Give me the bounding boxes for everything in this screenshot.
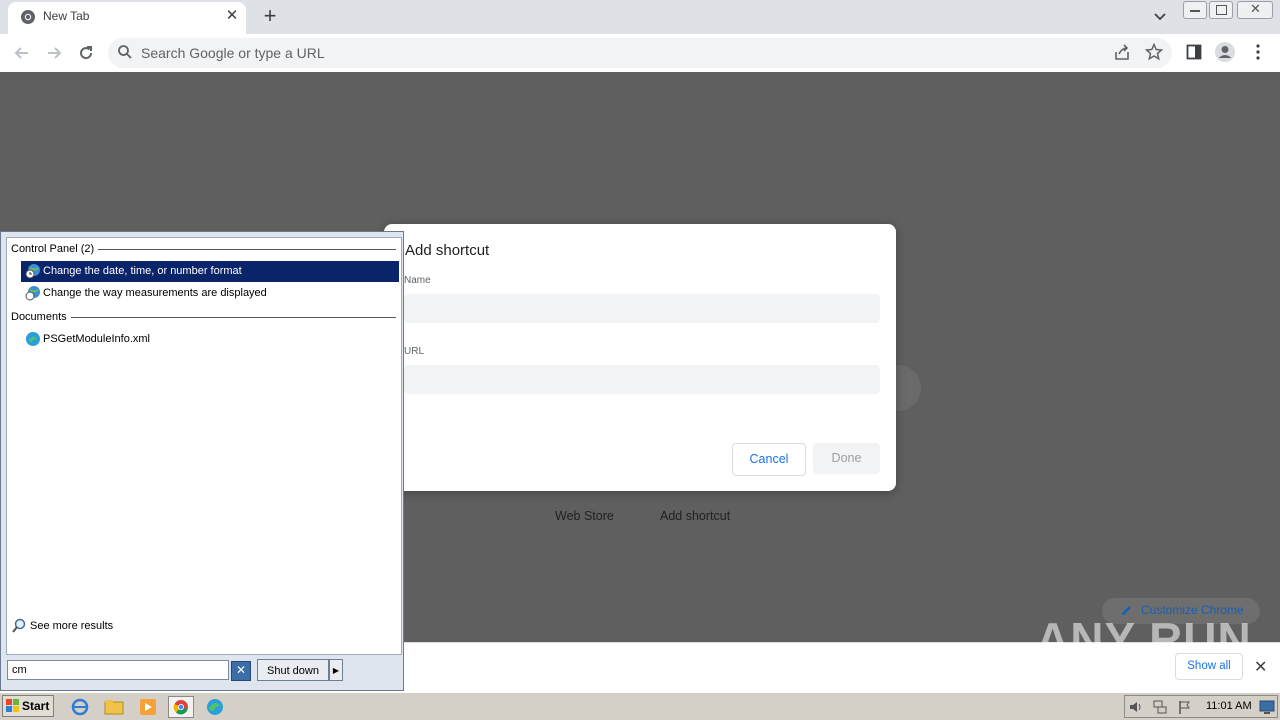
result-change-measurements[interactable]: Change the way measurements are displaye… [21,283,399,304]
system-tray [1124,695,1278,718]
media-player-icon[interactable] [136,696,160,718]
group-control-panel: Control Panel (2) [11,243,95,255]
tab-close-icon[interactable]: ✕ [222,6,242,26]
network-icon[interactable] [1152,699,1168,715]
tab-search-chevron-icon[interactable] [1150,6,1170,26]
done-button[interactable]: Done [813,443,880,474]
omnibox-placeholder[interactable]: Search Google or type a URL [141,45,325,61]
windows-logo-icon [6,699,19,712]
share-icon[interactable] [1113,44,1131,62]
group-divider [98,249,396,250]
result-label: PSGetModuleInfo.xml [43,333,150,345]
start-label: Start [22,699,50,713]
show-desktop-icon[interactable] [1259,699,1275,715]
chrome-icon [21,10,35,24]
see-more-results-link[interactable]: See more results [30,620,113,632]
clear-search-icon[interactable]: ✕ [231,661,251,681]
start-search-input[interactable]: cm [7,660,229,680]
result-label: Change the date, time, or number format [43,265,242,277]
shutdown-options-arrow-icon[interactable]: ▶ [329,659,343,681]
volume-icon[interactable] [1128,699,1144,715]
name-input[interactable] [404,294,880,323]
result-change-date-format[interactable]: Change the date, time, or number format [21,261,399,282]
name-label: Name [404,275,431,286]
group-divider [71,317,396,318]
close-window-button[interactable]: ✕ [1237,1,1273,19]
action-center-flag-icon[interactable] [1177,699,1193,715]
minimize-button[interactable] [1183,1,1207,19]
group-documents: Documents [11,311,67,323]
tab-title: New Tab [43,9,90,23]
forward-arrow-icon[interactable] [43,42,65,64]
profile-avatar-icon[interactable] [1214,41,1236,63]
shortcut-web-store[interactable]: Web Store [555,509,614,523]
back-arrow-icon[interactable] [11,42,33,64]
reload-icon[interactable] [75,42,97,64]
magnifier-icon [12,618,26,633]
download-bar-close-icon[interactable]: ✕ [1254,657,1267,677]
edge-file-icon [26,332,40,346]
bookmark-star-icon[interactable] [1145,43,1163,61]
control-panel-globe-icon [25,286,40,301]
side-panel-icon[interactable] [1186,44,1202,60]
new-tab-plus-icon[interactable]: + [258,5,282,29]
chrome-taskbar-button[interactable] [168,696,194,718]
dialog-title: Add shortcut [405,242,490,259]
url-input[interactable] [404,365,880,394]
menu-kebab-icon[interactable] [1251,43,1265,61]
control-panel-globe-icon [25,264,40,279]
result-psgetmoduleinfo[interactable]: PSGetModuleInfo.xml [21,329,399,350]
search-icon [118,45,132,59]
ie-icon[interactable] [68,696,92,718]
shut-down-button[interactable]: Shut down [257,659,329,681]
show-all-button[interactable]: Show all [1175,653,1243,680]
start-button[interactable]: Start [2,695,54,717]
shortcut-add-shortcut[interactable]: Add shortcut [660,509,730,523]
chrome-icon [173,700,188,715]
url-label: URL [404,346,425,357]
edge-icon[interactable] [203,696,227,718]
clock[interactable]: 11:01 AM [1206,700,1252,712]
cancel-button[interactable]: Cancel [732,443,806,476]
explorer-folder-icon[interactable] [102,696,126,718]
restore-button[interactable] [1209,1,1233,19]
result-label: Change the way measurements are displaye… [43,287,267,299]
